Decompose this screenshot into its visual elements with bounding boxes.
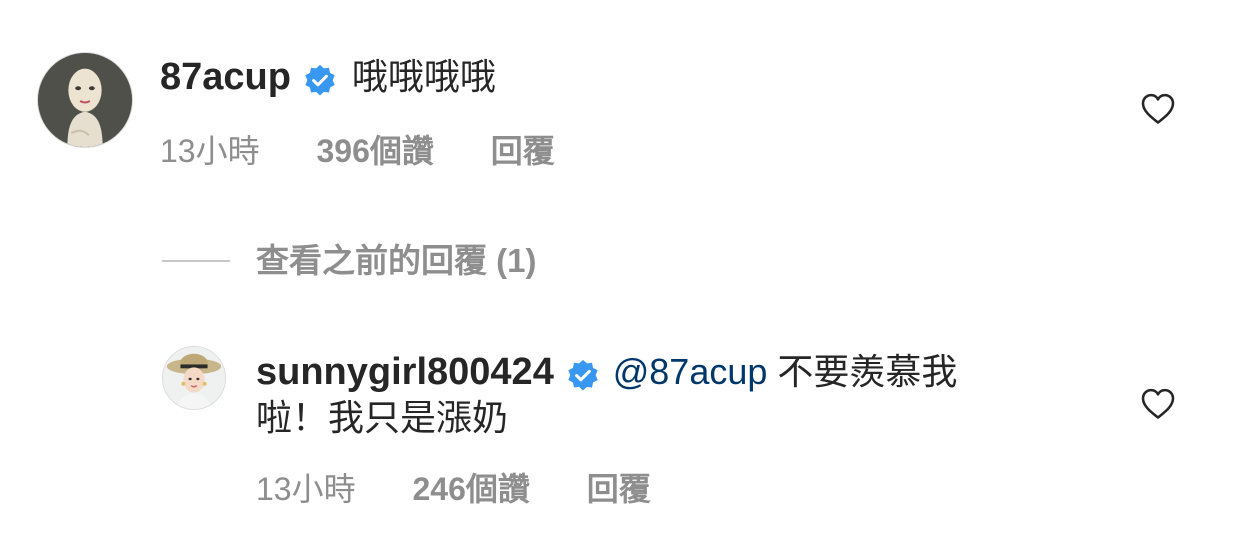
reply-text-line2: 啦！我只是漲奶 (256, 397, 509, 438)
comment-likes[interactable]: 396個讚 (317, 131, 434, 171)
heart-outline-icon[interactable] (1140, 92, 1176, 126)
avatar[interactable] (37, 52, 133, 148)
reply-time: 13小時 (256, 471, 356, 507)
comment-username[interactable]: 87acup (160, 56, 291, 98)
reply-text-line1: 不要羨慕我 (767, 351, 958, 392)
comment-reply-button[interactable]: 回覆 (491, 131, 555, 171)
replies-divider-line (162, 260, 230, 262)
verified-badge-icon (303, 64, 337, 98)
reply-header: sunnygirl800424 @87acup 不要羨慕我 (256, 349, 1096, 395)
view-previous-replies-button[interactable]: 查看之前的回覆 (1) (256, 241, 537, 281)
reply-avatar-image (163, 347, 225, 409)
avatar-image (38, 53, 132, 147)
comment-meta: 13小時 396個讚 回覆 (160, 131, 555, 171)
comment-header: 87acup 哦哦哦哦 (160, 54, 496, 100)
reply-likes[interactable]: 246個讚 (413, 469, 530, 509)
reply-mention-link[interactable]: @87acup (613, 351, 768, 392)
reply-meta: 13小時 246個讚 回覆 (256, 469, 651, 509)
comment-time: 13小時 (160, 133, 260, 169)
reply-reply-button[interactable]: 回覆 (587, 469, 651, 509)
reply-avatar[interactable] (162, 346, 226, 410)
heart-outline-icon[interactable] (1140, 387, 1176, 421)
reply-username[interactable]: sunnygirl800424 (256, 351, 554, 393)
comment-text: 哦哦哦哦 (351, 56, 496, 97)
verified-badge-icon (566, 359, 600, 393)
